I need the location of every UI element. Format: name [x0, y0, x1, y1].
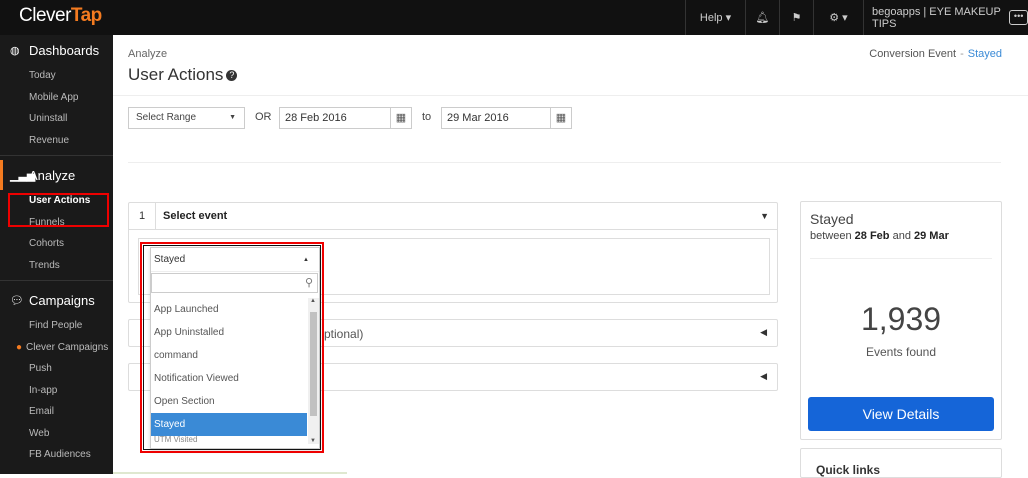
sidebar-section-label: Campaigns — [29, 292, 95, 308]
chevron-down-icon[interactable]: ▼ — [760, 211, 769, 221]
date-to-input[interactable]: 29 Mar 2016 ▦ — [441, 107, 572, 129]
stats-date-range: between 28 Feb and 29 Mar — [810, 230, 949, 242]
help-icon[interactable]: ? — [226, 70, 238, 81]
sidebar-section-dashboards[interactable]: ◍ Dashboards — [0, 35, 113, 65]
sidebar-item-today[interactable]: Today — [0, 65, 113, 87]
main-content: Analyze User Actions? Conversion Event - S… — [113, 35, 1028, 478]
divider — [128, 162, 1001, 163]
bookmark-icon[interactable]: ⚑ — [779, 0, 813, 35]
sidebar-item-email[interactable]: Email — [0, 401, 113, 423]
help-menu[interactable]: Help ▾ — [685, 0, 745, 35]
conversion-separator: - — [960, 48, 964, 60]
sidebar-divider — [0, 155, 113, 156]
range-select-label: Select Range — [136, 112, 197, 123]
sidebar-section-label: Dashboards — [29, 42, 100, 58]
chat-icon: 💬︎ — [10, 294, 24, 307]
conversion-event-link: Conversion Event - Stayed — [869, 48, 1002, 60]
gear-icon[interactable]: ⚙ ▾ — [813, 0, 863, 35]
logo-text-clever: Clever — [19, 5, 71, 26]
top-bar: CleverTap Help ▾ 🔔︎ ⚑ ⚙ ▾ begoapps | EYE… — [0, 0, 1028, 35]
view-details-button[interactable]: View Details — [808, 397, 994, 431]
annotation-inner-box — [143, 245, 321, 450]
to-label: to — [422, 111, 432, 123]
or-label: OR — [255, 111, 272, 123]
breadcrumb[interactable]: Analyze — [128, 48, 167, 60]
sidebar: ◍ Dashboards Today Mobile App Uninstall R… — [0, 35, 113, 474]
stats-to-date: 29 Mar — [914, 230, 949, 242]
bar-chart-icon: ▁▃▅ — [10, 169, 36, 182]
chevron-left-icon[interactable]: ◀ — [760, 371, 767, 382]
sidebar-item-clever-campaigns[interactable]: ● Clever Campaigns — [0, 337, 113, 359]
chevron-down-icon: ▼ — [229, 114, 236, 121]
annotation-highlight-box — [8, 193, 109, 227]
date-from-input[interactable]: 28 Feb 2016 ▦ — [279, 107, 412, 129]
account-menu[interactable]: begoapps | EYE MAKEUP TIPS ••• — [863, 0, 1028, 35]
sidebar-item-revenue[interactable]: Revenue — [0, 130, 113, 152]
sidebar-item-push[interactable]: Push — [0, 358, 113, 380]
stats-from-date: 28 Feb — [854, 230, 890, 242]
conversion-event-value[interactable]: Stayed — [968, 48, 1002, 60]
bell-icon[interactable]: 🔔︎ — [745, 0, 779, 35]
sidebar-item-mobile-app[interactable]: Mobile App — [0, 87, 113, 109]
page-title-text: User Actions — [128, 65, 224, 84]
sidebar-section-campaigns[interactable]: 💬︎ Campaigns — [0, 285, 113, 315]
select-event-title: Select event — [163, 210, 228, 222]
sidebar-item-uninstall[interactable]: Uninstall — [0, 108, 113, 130]
sidebar-item-label: Clever Campaigns — [26, 341, 109, 353]
sidebar-item-in-app[interactable]: In-app — [0, 380, 113, 402]
logo-text-tap: Tap — [70, 5, 102, 26]
calendar-icon[interactable]: ▦ — [550, 108, 571, 128]
and-label: and — [892, 230, 911, 242]
clevertap-logo[interactable]: CleverTap — [19, 5, 102, 27]
sidebar-section-label: Analyze — [29, 167, 76, 183]
sidebar-item-trends[interactable]: Trends — [0, 255, 113, 277]
divider — [113, 95, 1028, 96]
sidebar-item-fb-audiences[interactable]: FB Audiences — [0, 444, 113, 466]
page-title: User Actions? — [128, 65, 238, 85]
stats-card: Stayed between 28 Feb and 29 Mar 1,939 E… — [800, 201, 1002, 440]
stats-event-name: Stayed — [810, 211, 854, 227]
divider — [810, 258, 992, 259]
events-count-label: Events found — [865, 345, 937, 359]
account-label: begoapps | EYE MAKEUP TIPS — [872, 5, 1001, 30]
sidebar-item-find-people[interactable]: Find People — [0, 315, 113, 337]
events-count: 1,939 — [860, 301, 942, 337]
date-from-value: 28 Feb 2016 — [285, 112, 347, 124]
more-icon[interactable]: ••• — [1009, 10, 1028, 25]
step-number: 1 — [129, 202, 156, 230]
location-pin-icon: ● — [16, 341, 23, 353]
chevron-left-icon[interactable]: ◀ — [760, 327, 767, 338]
calendar-icon[interactable]: ▦ — [390, 108, 411, 128]
conversion-event-label: Conversion Event — [869, 48, 957, 60]
optional-label: ptional) — [324, 327, 364, 341]
range-select[interactable]: Select Range ▼ — [128, 107, 245, 129]
quick-links-title: Quick links — [816, 463, 881, 477]
top-nav: Help ▾ 🔔︎ ⚑ ⚙ ▾ begoapps | EYE MAKEUP TI… — [685, 0, 1028, 35]
sidebar-item-cohorts[interactable]: Cohorts — [0, 233, 113, 255]
dashboard-icon: ◍ — [10, 44, 20, 57]
sidebar-section-analyze[interactable]: ▁▃▅ Analyze — [0, 160, 113, 190]
sidebar-item-web[interactable]: Web — [0, 423, 113, 445]
sidebar-divider — [0, 280, 113, 281]
select-event-header[interactable]: 1 Select event ▼ — [129, 202, 777, 230]
help-label: Help ▾ — [699, 12, 732, 24]
date-to-value: 29 Mar 2016 — [447, 112, 509, 124]
between-label: between — [810, 230, 852, 242]
